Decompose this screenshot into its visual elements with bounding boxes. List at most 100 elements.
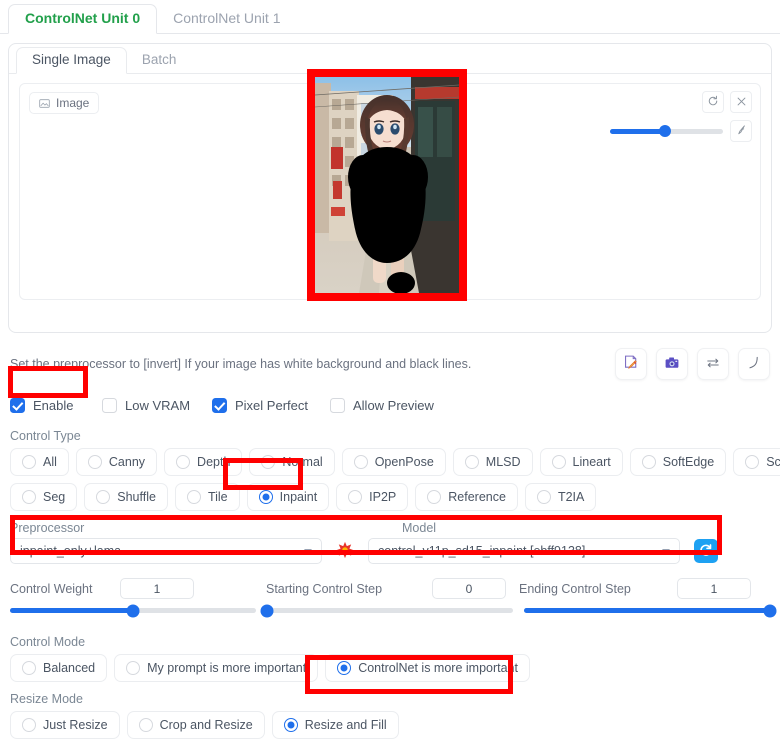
model-select[interactable]: control_v11p_sd15_inpaint [ebff9138] [368, 538, 680, 564]
resize-mode-row: Just Resize Crop and Resize Resize and F… [10, 711, 770, 739]
radio-controlnet-important[interactable] [337, 661, 352, 675]
run-preprocessor-button[interactable] [322, 541, 368, 562]
brush-slider-fill [610, 128, 666, 134]
radio-seg[interactable] [22, 490, 36, 504]
radio-t2ia[interactable] [536, 490, 551, 504]
image-tools [610, 91, 752, 142]
radio-softedge[interactable] [641, 455, 656, 469]
radio-mlsd[interactable] [464, 455, 479, 469]
refresh-models-button[interactable] [694, 539, 718, 563]
swap-button[interactable] [697, 348, 729, 380]
control-mode-controlnet-label: ControlNet is more important [358, 661, 518, 675]
radio-lineart[interactable] [551, 455, 566, 469]
pixel-perfect-label: Pixel Perfect [235, 397, 308, 413]
brush-button[interactable] [730, 120, 752, 142]
edit-image-button[interactable] [615, 348, 647, 380]
slider-labels-row: Control Weight 1 Starting Control Step 0… [10, 578, 770, 599]
radio-just-resize[interactable] [22, 718, 36, 732]
control-mode-my-prompt-label: My prompt is more important [147, 661, 307, 675]
control-type-mlsd[interactable]: MLSD [452, 448, 533, 476]
ending-control-step-thumb[interactable] [763, 604, 777, 617]
resize-mode-resize-and-fill[interactable]: Resize and Fill [271, 711, 399, 739]
starting-control-step-value[interactable]: 0 [432, 578, 506, 599]
swap-icon [705, 355, 721, 374]
low-vram-checkbox-box[interactable] [102, 397, 117, 413]
control-type-scribble[interactable]: Scribble [733, 448, 780, 476]
resize-mode-just-resize-label: Just Resize [43, 718, 108, 732]
ending-control-step-slider[interactable] [524, 604, 777, 617]
radio-canny[interactable] [87, 455, 102, 469]
checkbox-allow-preview[interactable]: Allow Preview [330, 397, 434, 413]
brush-slider-thumb[interactable] [659, 125, 672, 137]
dropdown-row: inpaint_only+lama control_v11p_sd15_inpa… [10, 538, 770, 564]
radio-reference[interactable] [427, 490, 442, 504]
ending-control-step-value[interactable]: 1 [677, 578, 751, 599]
control-type-reference-label: Reference [448, 490, 506, 504]
preprocessor-select[interactable]: inpaint_only+lama [10, 538, 322, 564]
control-type-softedge[interactable]: SoftEdge [629, 448, 727, 476]
control-mode-controlnet[interactable]: ControlNet is more important [325, 654, 530, 682]
close-button[interactable] [730, 91, 752, 113]
control-type-tile[interactable]: Tile [174, 483, 240, 511]
control-type-reference[interactable]: Reference [415, 483, 518, 511]
radio-ip2p[interactable] [348, 490, 363, 504]
ending-control-step-fill [524, 608, 770, 613]
tab-batch[interactable]: Batch [127, 48, 192, 74]
checkbox-enable[interactable]: Enable [10, 397, 102, 413]
tab-controlnet-unit-0[interactable]: ControlNet Unit 0 [8, 4, 158, 34]
radio-all[interactable] [22, 455, 36, 469]
control-weight-slider[interactable] [10, 604, 256, 617]
image-preview[interactable] [315, 77, 459, 293]
checkbox-pixel-perfect[interactable]: Pixel Perfect [212, 397, 330, 413]
control-type-t2ia[interactable]: T2IA [524, 483, 597, 511]
starting-control-step-thumb[interactable] [260, 604, 274, 617]
ending-control-step-group: Ending Control Step 1 [519, 578, 751, 599]
refresh-icon [698, 542, 714, 561]
control-type-normal[interactable]: Normal [249, 448, 335, 476]
radio-tile[interactable] [186, 490, 201, 504]
radio-inpaint[interactable] [258, 490, 273, 504]
control-type-ip2p[interactable]: IP2P [336, 483, 409, 511]
enable-checkbox-box[interactable] [10, 397, 25, 413]
image-tool-row [702, 91, 752, 113]
preprocessor-label: Preprocessor [10, 521, 85, 535]
control-type-seg[interactable]: Seg [10, 483, 78, 511]
checkbox-low-vram[interactable]: Low VRAM [102, 397, 212, 413]
radio-openpose[interactable] [353, 455, 368, 469]
camera-button[interactable] [656, 348, 688, 380]
control-type-all[interactable]: All [10, 448, 69, 476]
control-type-label: Control Type [10, 429, 81, 443]
control-type-shuffle[interactable]: Shuffle [84, 483, 168, 511]
control-type-openpose[interactable]: OpenPose [341, 448, 446, 476]
radio-my-prompt[interactable] [126, 661, 141, 675]
control-type-depth[interactable]: Depth [164, 448, 243, 476]
radio-normal[interactable] [261, 455, 276, 469]
control-type-canny[interactable]: Canny [75, 448, 158, 476]
radio-crop-and-resize[interactable] [138, 718, 153, 732]
model-label: Model [402, 521, 437, 535]
tab-controlnet-unit-1[interactable]: ControlNet Unit 1 [157, 5, 296, 33]
control-mode-my-prompt[interactable]: My prompt is more important [114, 654, 319, 682]
control-type-lineart[interactable]: Lineart [539, 448, 623, 476]
brush-icon [735, 124, 747, 139]
tab-single-image[interactable]: Single Image [16, 46, 127, 74]
control-type-inpaint[interactable]: Inpaint [246, 483, 330, 511]
radio-shuffle[interactable] [96, 490, 111, 504]
control-type-row-1: All Canny Depth Normal OpenPose MLSD Lin… [10, 448, 780, 476]
curve-button[interactable] [738, 348, 770, 380]
starting-control-step-slider[interactable] [260, 604, 513, 617]
undo-button[interactable] [702, 91, 724, 113]
control-weight-value[interactable]: 1 [120, 578, 194, 599]
pixel-perfect-checkbox-box[interactable] [212, 397, 227, 413]
radio-depth[interactable] [176, 455, 191, 469]
resize-mode-crop-and-resize[interactable]: Crop and Resize [126, 711, 265, 739]
control-type-lineart-label: Lineart [572, 455, 611, 469]
control-mode-balanced[interactable]: Balanced [10, 654, 108, 682]
brush-size-slider[interactable] [610, 125, 723, 137]
allow-preview-checkbox-box[interactable] [330, 397, 345, 413]
control-weight-thumb[interactable] [126, 604, 140, 617]
radio-scribble[interactable] [745, 455, 760, 469]
radio-resize-and-fill[interactable] [283, 718, 298, 732]
radio-balanced[interactable] [22, 661, 36, 675]
resize-mode-just-resize[interactable]: Just Resize [10, 711, 120, 739]
